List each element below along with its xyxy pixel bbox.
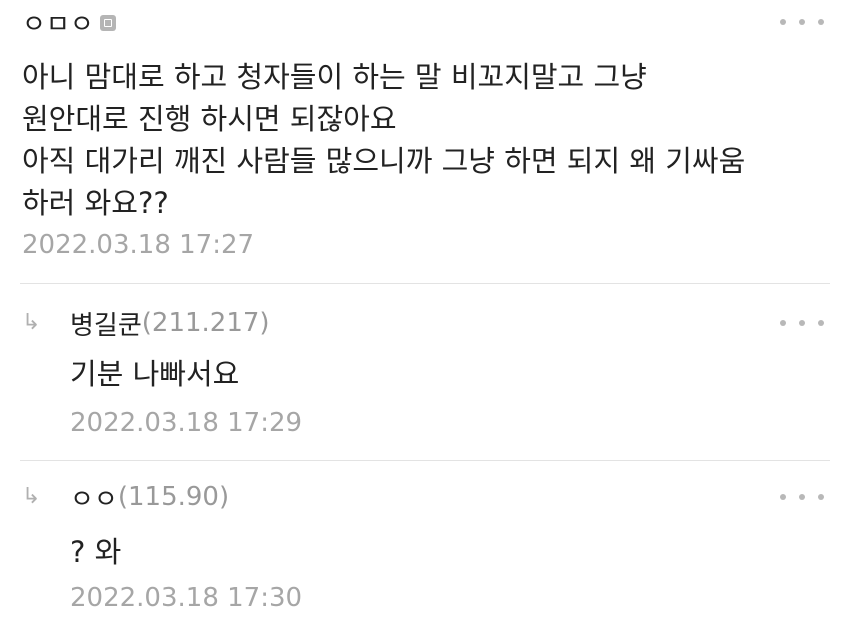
- reply-author[interactable]: 병길쿤: [70, 305, 142, 342]
- comment-item: ㅇㅁㅇ 아니 맘대로 하고 청자들이 하는 말 비꼬지말고 그냥 원안대로 진행…: [0, 0, 850, 283]
- reply-item: ↳ 병길쿤 (211.217) 기분 나빠서요 2022.03.18 17:29: [0, 284, 850, 460]
- comment-timestamp: 2022.03.18 17:27: [22, 230, 255, 260]
- reply-item: ↳ ㅇㅇ (115.90) ? 와 2022.03.18 17:30: [0, 461, 850, 624]
- reply-ip: (211.217): [141, 308, 270, 338]
- reply-content: 기분 나빠서요: [70, 357, 240, 391]
- reply-content: ? 와: [70, 535, 122, 569]
- reply-timestamp: 2022.03.18 17:29: [70, 408, 303, 438]
- reply-author-row: ㅇㅇ (115.90): [70, 477, 229, 517]
- reply-author-row: 병길쿤 (211.217): [70, 303, 270, 343]
- reply-author[interactable]: ㅇㅇ: [70, 479, 118, 516]
- more-options-icon[interactable]: [780, 14, 824, 30]
- reply-ip: (115.90): [117, 482, 230, 512]
- comment-author-row: ㅇㅁㅇ: [22, 2, 116, 42]
- comment-author[interactable]: ㅇㅁㅇ: [22, 4, 94, 41]
- reply-arrow-icon: ↳: [22, 484, 41, 509]
- comment-content: 아니 맘대로 하고 청자들이 하는 말 비꼬지말고 그냥 원안대로 진행 하시면…: [22, 60, 746, 220]
- more-options-icon[interactable]: [780, 315, 824, 331]
- reply-timestamp: 2022.03.18 17:30: [70, 583, 303, 613]
- reply-arrow-icon: ↳: [22, 310, 41, 335]
- more-options-icon[interactable]: [780, 489, 824, 505]
- gallery-member-badge-icon: [99, 15, 116, 31]
